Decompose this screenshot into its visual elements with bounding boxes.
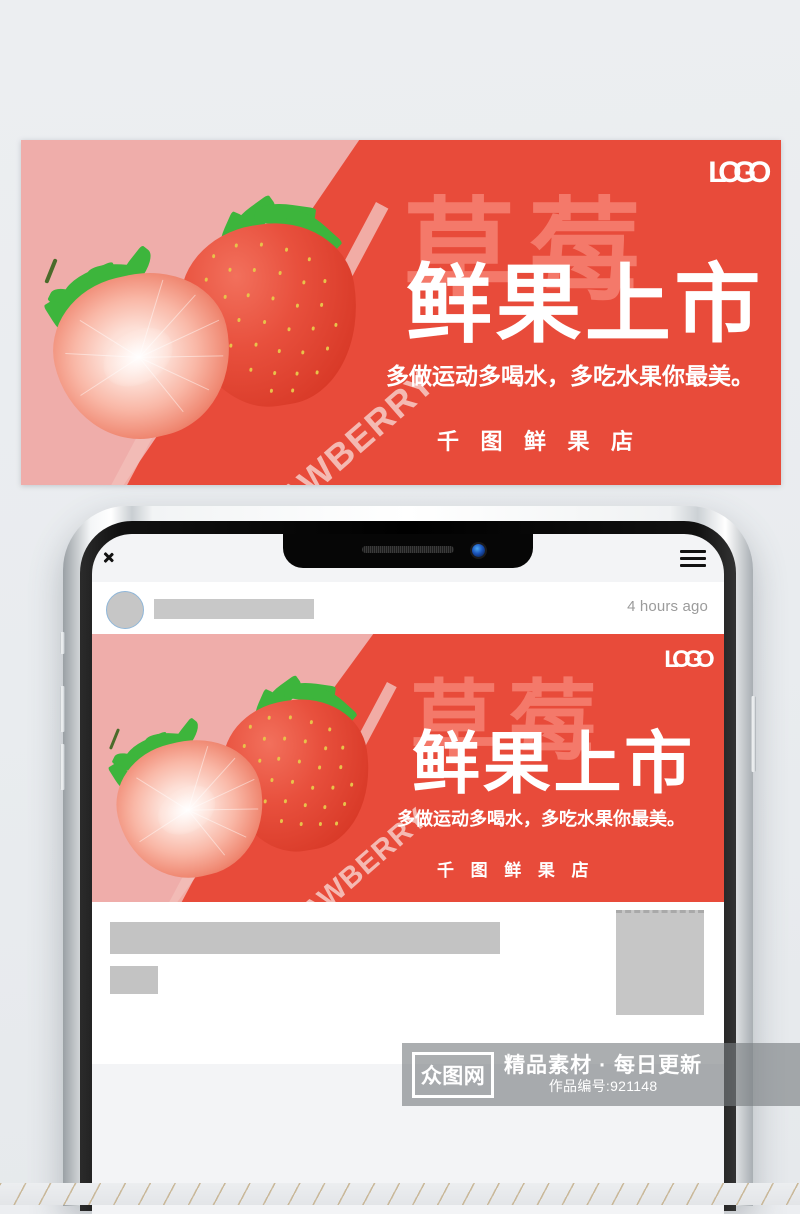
phone-banner-subline: 多做运动多喝水，多吃水果你最美。 bbox=[397, 809, 685, 829]
post-text-placeholder-1 bbox=[110, 922, 500, 954]
post-thumbnail-placeholder[interactable] bbox=[616, 910, 704, 1015]
watermark-work-id: 作品编号:921148 bbox=[548, 1078, 658, 1095]
back-icon[interactable] bbox=[106, 548, 124, 566]
post-header: 4 hours ago bbox=[92, 582, 724, 634]
phone-banner-logo: LOGO bbox=[664, 646, 714, 673]
avatar[interactable] bbox=[106, 591, 144, 629]
poster-strawberry-illustration bbox=[33, 194, 372, 456]
hamburger-menu-icon[interactable] bbox=[680, 550, 706, 568]
poster-subline: 多做运动多喝水，多吃水果你最美。 bbox=[386, 363, 754, 389]
poster-headline: 鲜果上市 bbox=[406, 257, 764, 353]
watermark-text-group: 精品素材 · 每日更新 作品编号:921148 bbox=[504, 1054, 702, 1095]
post-timestamp: 4 hours ago bbox=[627, 598, 708, 615]
phone-banner-strawberry-illustration bbox=[100, 674, 381, 892]
phone-banner-headline: 鲜果上市 bbox=[412, 726, 695, 802]
volume-down-button[interactable] bbox=[60, 744, 65, 790]
post-card: 4 hours ago 草莓 STRAWBERRY bbox=[92, 582, 724, 1214]
watermark-tagline: 精品素材 · 每日更新 bbox=[504, 1054, 703, 1078]
site-watermark: 众图网 精品素材 · 每日更新 作品编号:921148 bbox=[402, 1043, 800, 1106]
front-camera bbox=[472, 544, 485, 557]
phone-banner[interactable]: 草莓 STRAWBERRY bbox=[92, 634, 724, 902]
poster-shop-name: 千 图 鲜 果 店 bbox=[437, 429, 641, 454]
mute-switch[interactable] bbox=[60, 632, 65, 654]
phone-screen: 4 hours ago 草莓 STRAWBERRY bbox=[92, 534, 724, 1214]
watermark-logo: 众图网 bbox=[412, 1051, 494, 1098]
power-button[interactable] bbox=[751, 696, 756, 772]
desk-surface bbox=[0, 1183, 800, 1205]
author-name-placeholder bbox=[154, 599, 314, 619]
poster-logo: LOGO bbox=[708, 156, 771, 189]
earpiece-speaker bbox=[362, 546, 454, 553]
post-text-placeholder-2 bbox=[110, 966, 158, 994]
poster-banner: 草莓 STRAWBERRY bbox=[21, 140, 781, 485]
phone-banner-shop-name: 千 图 鲜 果 店 bbox=[437, 861, 595, 880]
volume-up-button[interactable] bbox=[60, 686, 65, 732]
